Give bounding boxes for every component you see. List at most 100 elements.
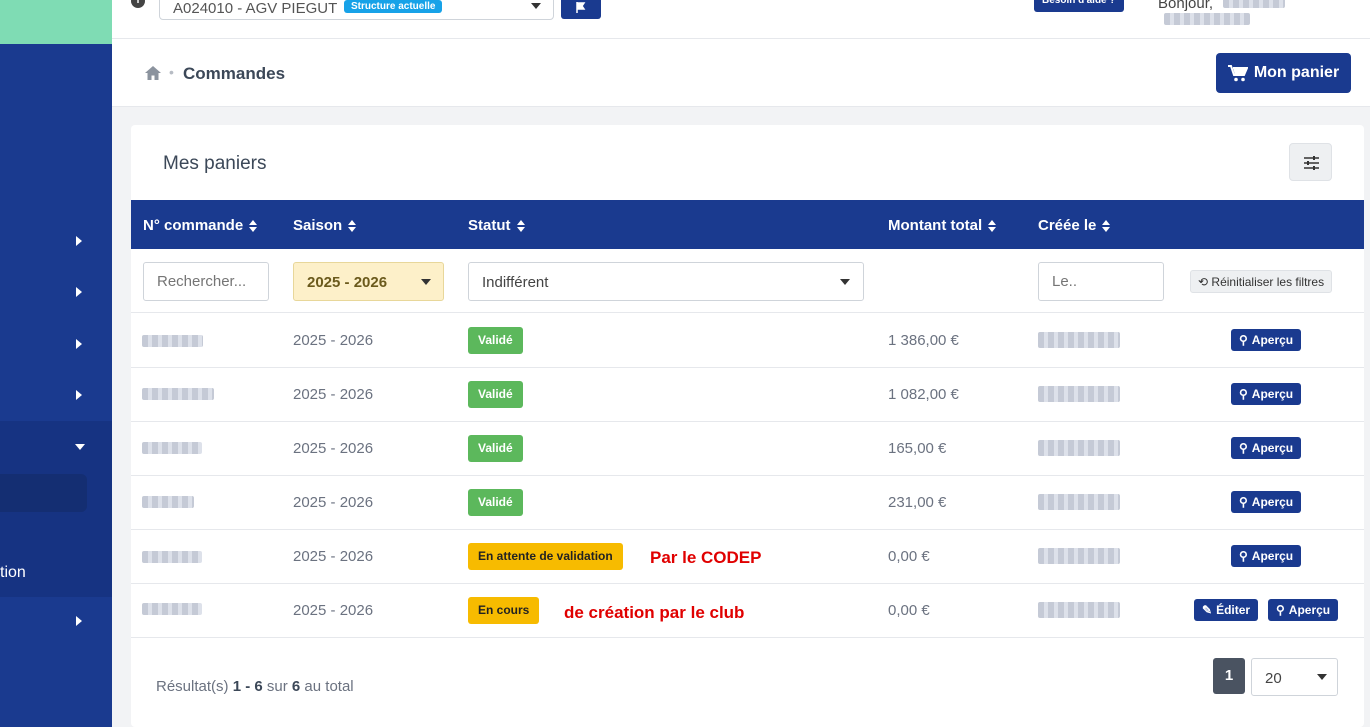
status-badge: En attente de validation	[468, 543, 623, 570]
status-badge: Validé	[468, 381, 523, 408]
breadcrumb-separator: •	[169, 64, 174, 80]
row-season: 2025 - 2026	[293, 602, 374, 619]
chevron-down-icon	[840, 279, 850, 285]
sidebar: tion	[0, 0, 112, 727]
per-page-value: 20	[1265, 670, 1282, 687]
row-amount: 0,00 €	[888, 602, 930, 619]
greeting-label: Bonjour,	[1158, 0, 1214, 12]
preview-button[interactable]: ⚲ Aperçu	[1268, 599, 1339, 621]
column-header-status[interactable]: Statut	[468, 217, 526, 234]
edit-button[interactable]: ✎ Éditer	[1194, 599, 1259, 621]
page-1-button[interactable]: 1	[1213, 658, 1245, 694]
redacted-date	[1038, 548, 1120, 564]
sidebar-active-item[interactable]	[0, 474, 87, 512]
refresh-icon: ⟲	[1198, 275, 1209, 289]
row-amount: 0,00 €	[888, 548, 930, 565]
chevron-down-icon	[531, 3, 541, 9]
table-row: 2025 - 2026 Validé 231,00 € ⚲ Aperçu	[131, 476, 1364, 530]
row-season: 2025 - 2026	[293, 386, 374, 403]
sidebar-chevron-right-icon[interactable]	[76, 615, 84, 627]
preview-button[interactable]: ⚲ Aperçu	[1231, 329, 1302, 351]
row-amount: 165,00 €	[888, 440, 947, 457]
search-icon: ⚲	[1239, 549, 1248, 563]
status-filter-select[interactable]: Indifférent	[468, 262, 864, 301]
preview-button[interactable]: ⚲ Aperçu	[1231, 383, 1302, 405]
column-header-order-number[interactable]: N° commande	[143, 217, 258, 234]
sort-icon	[988, 220, 997, 233]
column-header-total[interactable]: Montant total	[888, 217, 997, 234]
redacted-order-number	[142, 551, 202, 563]
home-icon[interactable]	[144, 65, 162, 81]
table-row: 2025 - 2026 Validé 165,00 € ⚲ Aperçu	[131, 422, 1364, 476]
date-filter-input[interactable]	[1038, 262, 1164, 301]
preview-button[interactable]: ⚲ Aperçu	[1231, 491, 1302, 513]
row-amount: 1 082,00 €	[888, 386, 959, 403]
per-page-select[interactable]: 20	[1251, 658, 1338, 696]
sidebar-chevron-down-icon[interactable]	[75, 444, 85, 450]
redacted-order-number	[142, 496, 194, 508]
sidebar-chevron-right-icon[interactable]	[76, 235, 84, 247]
preview-button[interactable]: ⚲ Aperçu	[1231, 437, 1302, 459]
redacted-order-number	[142, 603, 202, 615]
table-header: N° commande Saison Statut Montant total …	[131, 200, 1364, 249]
row-season: 2025 - 2026	[293, 440, 374, 457]
switch-structure-button[interactable]	[561, 0, 601, 19]
season-filter-value: 2025 - 2026	[307, 274, 388, 291]
search-icon: ⚲	[1239, 441, 1248, 455]
column-header-season[interactable]: Saison	[293, 217, 357, 234]
annotation-note: de création par le club	[564, 603, 745, 622]
search-icon: ⚲	[1239, 495, 1248, 509]
chevron-down-icon	[1317, 674, 1327, 680]
reset-filters-button[interactable]: ⟲ Réinitialiser les filtres	[1190, 270, 1333, 293]
preview-button[interactable]: ⚲ Aperçu	[1231, 545, 1302, 567]
info-icon[interactable]: i	[131, 0, 145, 8]
column-settings-button[interactable]	[1289, 143, 1332, 181]
sidebar-item-label[interactable]: tion	[0, 564, 26, 582]
sliders-icon	[1304, 156, 1319, 170]
status-filter-value: Indifférent	[482, 274, 549, 291]
status-badge: Validé	[468, 489, 523, 516]
flag-icon	[576, 2, 586, 13]
search-icon: ⚲	[1239, 333, 1248, 347]
orders-card: Mes paniers N° commande Saison Statut Mo…	[131, 125, 1364, 727]
redacted-date	[1038, 494, 1120, 510]
sort-icon	[516, 220, 526, 233]
redacted-order-number	[142, 388, 214, 400]
search-icon: ⚲	[1239, 387, 1248, 401]
redacted-user-firstname	[1223, 0, 1286, 8]
greeting: Bonjour,	[1158, 0, 1370, 29]
cart-icon	[1227, 64, 1248, 81]
table-row: 2025 - 2026 Validé 1 386,00 € ⚲ Aperçu	[131, 314, 1364, 368]
my-cart-button[interactable]: Mon panier	[1216, 53, 1351, 93]
row-amount: 1 386,00 €	[888, 332, 959, 349]
status-badge: Validé	[468, 327, 523, 354]
season-filter-select[interactable]: 2025 - 2026	[293, 262, 444, 301]
structure-name: A024010 - AGV PIEGUT	[173, 0, 338, 17]
help-button[interactable]: Besoin d'aide ?	[1034, 0, 1124, 12]
redacted-date	[1038, 602, 1120, 618]
sidebar-chevron-right-icon[interactable]	[76, 338, 84, 350]
filter-row: 2025 - 2026 Indifférent ⟲ Réinitialiser …	[131, 249, 1364, 313]
results-summary: Résultat(s) 1 - 6 sur 6 au total	[156, 678, 354, 695]
my-cart-label: Mon panier	[1253, 64, 1340, 81]
table-row: 2025 - 2026 En attente de validation Par…	[131, 530, 1364, 584]
status-badge: Validé	[468, 435, 523, 462]
status-badge: En cours	[468, 597, 540, 624]
search-icon: ⚲	[1276, 603, 1285, 617]
column-header-created[interactable]: Créée le	[1038, 217, 1111, 234]
card-title: Mes paniers	[163, 153, 267, 174]
topbar: i A024010 - AGV PIEGUT Structure actuell…	[112, 0, 1370, 39]
table-row: 2025 - 2026 Validé 1 082,00 € ⚲ Aperçu	[131, 368, 1364, 422]
annotation-note: Par le CODEP	[650, 548, 762, 567]
breadcrumb-bar: • Commandes Mon panier	[112, 39, 1370, 107]
redacted-order-number	[142, 442, 202, 454]
sidebar-chevron-right-icon[interactable]	[76, 286, 84, 298]
redacted-user-lastname	[1164, 13, 1250, 25]
structure-select[interactable]: A024010 - AGV PIEGUT Structure actuelle	[159, 0, 554, 20]
order-search-input[interactable]	[143, 262, 269, 301]
row-season: 2025 - 2026	[293, 332, 374, 349]
sidebar-logo-area	[0, 0, 112, 44]
structure-badge: Structure actuelle	[344, 0, 443, 13]
sidebar-chevron-right-icon[interactable]	[76, 389, 84, 401]
row-amount: 231,00 €	[888, 494, 947, 511]
